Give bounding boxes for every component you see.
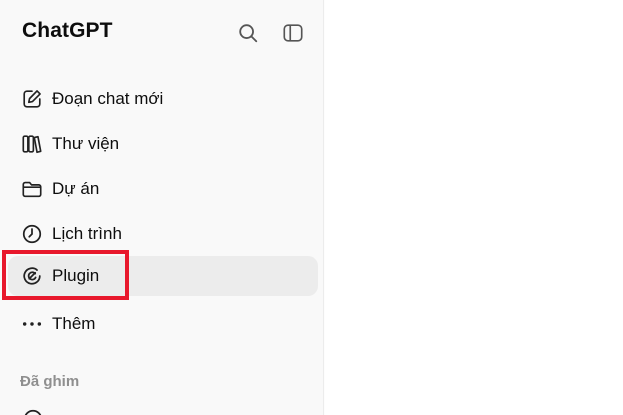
pinned-item-icon	[24, 409, 42, 415]
sidebar-item-label: Đoạn chat mới	[52, 89, 164, 108]
folder-icon	[21, 178, 43, 200]
sidebar-item-label: Thêm	[52, 314, 96, 333]
new-chat-icon	[21, 88, 43, 110]
sidebar-item-new-chat[interactable]: Đoạn chat mới	[8, 79, 318, 119]
sidebar-item-label: Thư viện	[52, 134, 120, 153]
sidebar-toggle-button[interactable]	[280, 20, 306, 46]
search-button[interactable]	[235, 20, 261, 46]
main-content-area	[325, 0, 623, 415]
sidebar-item-schedule[interactable]: Lịch trình	[8, 214, 318, 254]
sidebar: ChatGPT Đoạn chat mới Thư viện Dự án Lịc…	[0, 0, 324, 415]
sidebar-item-label: Plugin	[52, 266, 100, 285]
sidebar-item-library[interactable]: Thư viện	[8, 124, 318, 164]
library-icon	[21, 133, 43, 155]
more-icon	[21, 313, 43, 335]
brand-title: ChatGPT	[22, 19, 113, 42]
sidebar-toggle-icon	[283, 24, 303, 42]
sidebar-item-label: Lịch trình	[52, 224, 122, 243]
pinned-section-label: Đã ghim	[20, 373, 80, 390]
sidebar-item-label: Dự án	[52, 179, 100, 198]
sidebar-item-plugin[interactable]: Plugin	[8, 256, 318, 296]
clock-icon	[21, 223, 43, 245]
sidebar-item-projects[interactable]: Dự án	[8, 169, 318, 209]
app-window: ChatGPT Đoạn chat mới Thư viện Dự án Lịc…	[0, 0, 623, 415]
plugin-icon	[21, 265, 43, 287]
sidebar-item-more[interactable]: Thêm	[8, 304, 318, 344]
search-icon	[239, 24, 258, 43]
